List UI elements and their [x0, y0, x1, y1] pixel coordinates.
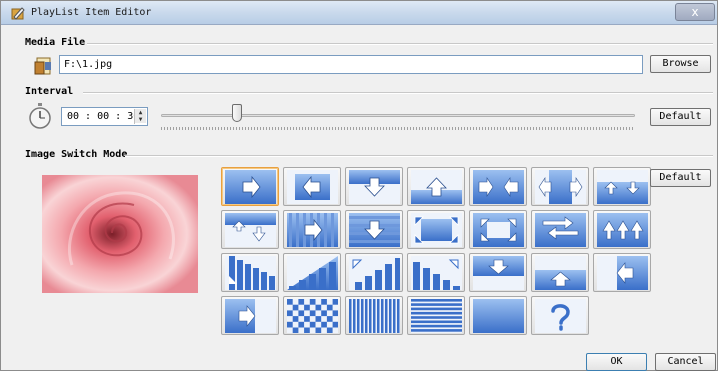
interval-time-value: 00 : 00 : 30: [67, 111, 140, 122]
stopwatch-icon: [29, 103, 51, 129]
switch-mode-tile[interactable]: [407, 167, 465, 206]
switch-mode-tile[interactable]: [221, 167, 279, 206]
split-vertical-icon: [597, 170, 648, 204]
switch-mode-tile[interactable]: [221, 296, 279, 335]
interval-slider-thumb[interactable]: [231, 104, 242, 122]
app-icon: [11, 7, 25, 20]
image-switch-mode-label: Image Switch Mode: [25, 149, 128, 160]
divider: [87, 43, 713, 45]
blinds-down-icon: [349, 213, 400, 247]
browse-button[interactable]: Browse: [650, 55, 711, 73]
arrow-left-icon: [287, 170, 338, 204]
switch-mode-tile[interactable]: [531, 167, 589, 206]
ok-button[interactable]: OK: [586, 353, 647, 371]
split-horizontal-out-icon: [535, 170, 586, 204]
switch-mode-tile[interactable]: [345, 210, 403, 249]
file-icon: [34, 57, 51, 75]
divider: [125, 155, 713, 157]
switch-mode-tile[interactable]: [407, 253, 465, 292]
switch-mode-tile[interactable]: [469, 296, 527, 335]
media-file-label: Media File: [25, 37, 86, 48]
title-bar[interactable]: PlayList Item Editor x: [1, 1, 717, 25]
playlist-item-editor-window: PlayList Item Editor x Media File F:\1.j…: [0, 0, 718, 371]
blinds-right-icon: [287, 213, 338, 247]
switch-mode-tile[interactable]: [221, 253, 279, 292]
slide-down-icon: [225, 213, 276, 247]
strips-vertical-icon: [597, 213, 648, 247]
strips-horizontal-icon: [535, 213, 586, 247]
switch-mode-tile[interactable]: [407, 210, 465, 249]
random-icon: [535, 299, 586, 333]
window-title: PlayList Item Editor: [31, 7, 152, 18]
divider: [83, 92, 713, 94]
box-out-icon: [411, 213, 462, 247]
switch-mode-tile[interactable]: [345, 167, 403, 206]
switch-mode-tile[interactable]: [283, 296, 341, 335]
image-preview: [42, 175, 198, 293]
push-up-icon: [535, 256, 586, 290]
switch-mode-tile[interactable]: [283, 167, 341, 206]
diagonal-down-right-icon: [411, 256, 462, 290]
diagonal-up-left-icon: [349, 256, 400, 290]
push-left-icon: [597, 256, 648, 290]
switch-mode-tile[interactable]: [593, 210, 651, 249]
switch-mode-tile[interactable]: [221, 210, 279, 249]
interval-label: Interval: [25, 86, 74, 97]
switch-mode-tile[interactable]: [469, 253, 527, 292]
switch-mode-tile[interactable]: [469, 167, 527, 206]
arrow-down-icon: [349, 170, 400, 204]
spin-down-icon[interactable]: ▼: [135, 116, 146, 123]
switch-mode-tile[interactable]: [593, 253, 651, 292]
switch-mode-tile[interactable]: [531, 253, 589, 292]
push-right-icon: [225, 299, 276, 333]
checkerboard-icon: [287, 299, 338, 333]
media-file-path-input[interactable]: F:\1.jpg: [59, 55, 643, 74]
switch-mode-tile[interactable]: [345, 296, 403, 335]
arrow-right-icon: [225, 170, 276, 204]
push-down-icon: [473, 256, 524, 290]
spinner-arrows[interactable]: ▲ ▼: [134, 109, 146, 124]
diagonal-down-left-icon: [225, 256, 276, 290]
switch-mode-tile[interactable]: [531, 296, 589, 335]
switch-mode-tile[interactable]: [345, 253, 403, 292]
slider-ticks: [161, 127, 635, 130]
switch-mode-tile[interactable]: [593, 167, 651, 206]
switch-mode-tile[interactable]: [283, 253, 341, 292]
spin-up-icon[interactable]: ▲: [135, 109, 146, 116]
switch-mode-tile[interactable]: [531, 210, 589, 249]
blinds-vertical-icon: [349, 299, 400, 333]
box-in-icon: [473, 213, 524, 247]
switch-mode-tile[interactable]: [407, 296, 465, 335]
split-horizontal-in-icon: [473, 170, 524, 204]
diagonal-up-right-icon: [287, 256, 338, 290]
fade-icon: [473, 299, 524, 333]
close-button[interactable]: x: [675, 3, 715, 21]
switch-mode-tile[interactable]: [469, 210, 527, 249]
interval-default-button[interactable]: Default: [650, 108, 711, 126]
cancel-button[interactable]: Cancel: [655, 353, 716, 371]
switch-mode-grid: [219, 167, 651, 341]
blinds-horizontal-icon: [411, 299, 462, 333]
switch-mode-tile[interactable]: [283, 210, 341, 249]
interval-time-spinner[interactable]: 00 : 00 : 30 ▲ ▼: [61, 107, 148, 126]
arrow-up-icon: [411, 170, 462, 204]
switch-mode-default-button[interactable]: Default: [650, 169, 711, 187]
